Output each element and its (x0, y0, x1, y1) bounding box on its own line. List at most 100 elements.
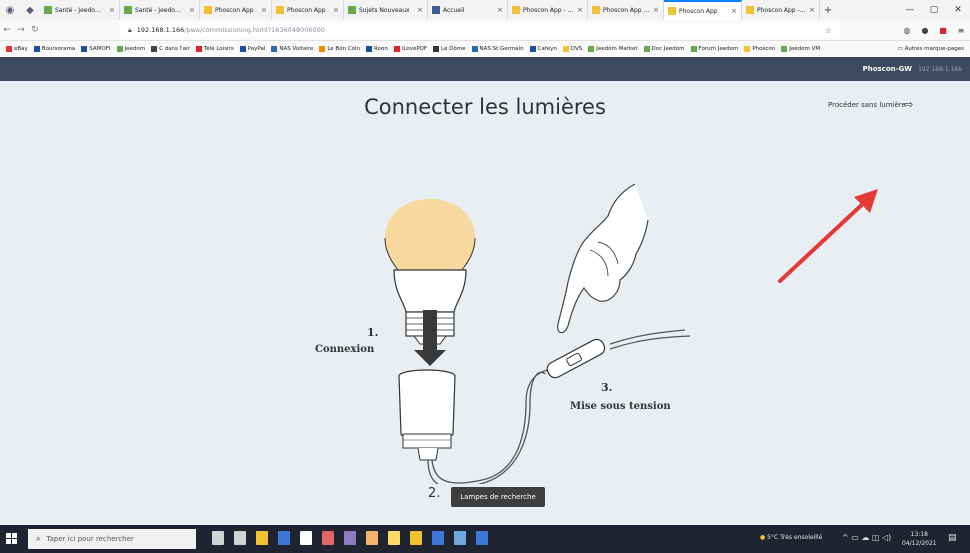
task-view-icon[interactable] (212, 531, 224, 545)
tab-close-icon[interactable]: × (417, 6, 423, 14)
browser-tab[interactable]: Phoscon App - Log× (742, 0, 820, 20)
bookmark-item[interactable]: Jeedom VM (781, 46, 820, 52)
sticky-notes-icon[interactable] (410, 531, 422, 545)
browser-tab[interactable]: Phoscon App × (200, 0, 272, 20)
gateway-ip: 192.168.1.166 (918, 65, 962, 73)
visual-studio-icon[interactable] (344, 531, 356, 545)
browser-tab[interactable]: Phoscon App - Log× (588, 0, 664, 20)
browser-tab[interactable]: Phoscon App × (664, 0, 742, 20)
step2-number: 2. (428, 486, 441, 501)
tab-close-icon[interactable]: × (577, 6, 583, 14)
bookmark-item[interactable]: Forum Jeedom (690, 46, 738, 52)
bookmark-label: PayPal (247, 46, 266, 52)
gateway-name[interactable]: Phoscon-GW (863, 65, 912, 73)
widgets-icon[interactable] (234, 531, 246, 545)
bookmark-item[interactable]: C dans l'air (151, 46, 190, 52)
account-icon[interactable]: ● (916, 26, 934, 35)
clock-date: 04/12/2021 (902, 540, 937, 547)
tab-close-icon[interactable]: × (653, 6, 659, 14)
browser-tab[interactable]: Sujets Nouveaux × (344, 0, 428, 20)
close-window-icon[interactable]: ✕ (946, 0, 970, 20)
bookmark-item[interactable]: Jeedom (116, 46, 146, 52)
reload-icon[interactable]: ↻ (28, 25, 42, 35)
windows-start-icon[interactable] (6, 533, 18, 545)
security-icon[interactable]: 🔒︎ (128, 26, 132, 35)
tab-favicon-icon (668, 7, 676, 15)
other-bookmarks[interactable]: ▭ Autres marque-pages (898, 46, 964, 52)
taskbar-search-placeholder: Taper ici pour rechercher (46, 535, 134, 543)
maximize-icon[interactable]: ▢ (922, 0, 946, 20)
back-icon[interactable]: ← (0, 25, 14, 35)
bookmark-label: Jeedom (124, 46, 146, 52)
red-arrow-annotation (778, 189, 878, 283)
bookmark-item[interactable]: Boursorama (33, 46, 76, 52)
bookmark-label: Boursorama (41, 46, 76, 52)
bookmark-item[interactable]: Roon (366, 46, 388, 52)
browser-tab[interactable]: Phoscon App - Log× (508, 0, 588, 20)
browser-tab[interactable]: Phoscon App × (272, 0, 344, 20)
bookmark-item[interactable]: PayPal (239, 46, 266, 52)
bookmark-label: NAS Voltaire (279, 46, 314, 52)
tab-close-icon[interactable]: × (731, 7, 737, 15)
url-field[interactable]: 🔒︎ 192.168.1.166 /pwa/commissioning.html… (120, 23, 840, 37)
new-tab-button[interactable]: + (820, 5, 836, 16)
tab-title: Phoscon App - Log (523, 6, 575, 14)
tab-close-icon[interactable]: × (261, 6, 267, 14)
forward-icon[interactable]: → (14, 25, 28, 35)
tab-close-icon[interactable]: × (189, 6, 195, 14)
bookmark-item[interactable]: Phoscon (744, 46, 775, 52)
menu-icon[interactable]: ≡ (952, 26, 970, 35)
bookmark-star-icon[interactable]: ☆ (825, 26, 832, 35)
skip-link[interactable]: Procéder sans lumière (828, 101, 906, 109)
browser-tab[interactable]: Santé - Jeedom Dv × (120, 0, 200, 20)
pocket-icon[interactable]: ◍ (898, 26, 916, 35)
bookmark-label: NAS St Germain (479, 46, 524, 52)
tab-close-icon[interactable]: × (109, 6, 115, 14)
taskbar-search[interactable]: ⌕ Taper ici pour rechercher (28, 529, 196, 549)
bookmark-item[interactable]: eBay (6, 46, 28, 52)
bookmark-item[interactable]: NAS Voltaire (271, 46, 313, 52)
weather-widget[interactable]: ● 5°C Très ensoleillé (760, 534, 822, 541)
notification-icon[interactable]: ▤ (948, 533, 957, 543)
bookmark-item[interactable]: DVS (562, 46, 582, 52)
minimize-icon[interactable]: — (898, 0, 922, 20)
firefox-view-icon[interactable]: ◉ (0, 0, 20, 20)
clock[interactable]: 13:18 04/12/2021 (902, 530, 937, 548)
arrow-right-icon[interactable]: ⇨ (904, 98, 913, 111)
mail-icon[interactable] (278, 531, 290, 545)
settings-icon[interactable] (476, 531, 488, 545)
outlook-icon[interactable] (432, 531, 444, 545)
file-explorer-icon[interactable] (256, 531, 268, 545)
bookmark-item[interactable]: Jeedom Market (588, 46, 638, 52)
tab-close-icon[interactable]: × (333, 6, 339, 14)
bookmark-item[interactable]: SAMOFI (81, 46, 111, 52)
browser-tab[interactable]: Santé - Jeedom Dv × (40, 0, 120, 20)
notepad-icon[interactable] (366, 531, 378, 545)
bookmark-item[interactable]: NAS St Germain (471, 46, 524, 52)
store-icon[interactable] (300, 531, 312, 545)
bookmark-item[interactable]: Le Dôme (433, 46, 466, 52)
bookmark-item[interactable]: Le Bon Coin (319, 46, 360, 52)
extension-icon[interactable]: ■ (934, 26, 952, 35)
search-lamps-button[interactable]: Lampes de recherche (451, 487, 545, 507)
folder-icon[interactable] (388, 531, 400, 545)
tab-title: Phoscon App (287, 6, 326, 14)
bookmark-item[interactable]: Télé Loisirs (195, 46, 234, 52)
bookmark-item[interactable]: Cafeyn (529, 46, 557, 52)
bookmark-favicon-icon (562, 46, 569, 52)
edge-icon[interactable] (454, 531, 466, 545)
bookmark-favicon-icon (239, 46, 246, 52)
tab-close-icon[interactable]: × (809, 6, 815, 14)
weather-text: 5°C Très ensoleillé (767, 534, 823, 541)
tab-close-icon[interactable]: × (497, 6, 503, 14)
bookmark-item[interactable]: Doc Jeedom (643, 46, 685, 52)
pinned-tab-icon[interactable]: ◆ (20, 0, 40, 20)
browser-tab[interactable]: Accueil × (428, 0, 508, 20)
other-bookmarks-label: Autres marque-pages (904, 46, 964, 52)
system-tray-icons[interactable]: ^ ▭ ☁ ◫ ◁) (842, 533, 891, 542)
bookmark-label: Roon (374, 46, 388, 52)
tab-title: Phoscon App (679, 7, 718, 15)
bookmark-item[interactable]: iLovePDF (393, 46, 427, 52)
firefox-icon[interactable] (322, 531, 334, 545)
tab-favicon-icon (512, 6, 520, 14)
